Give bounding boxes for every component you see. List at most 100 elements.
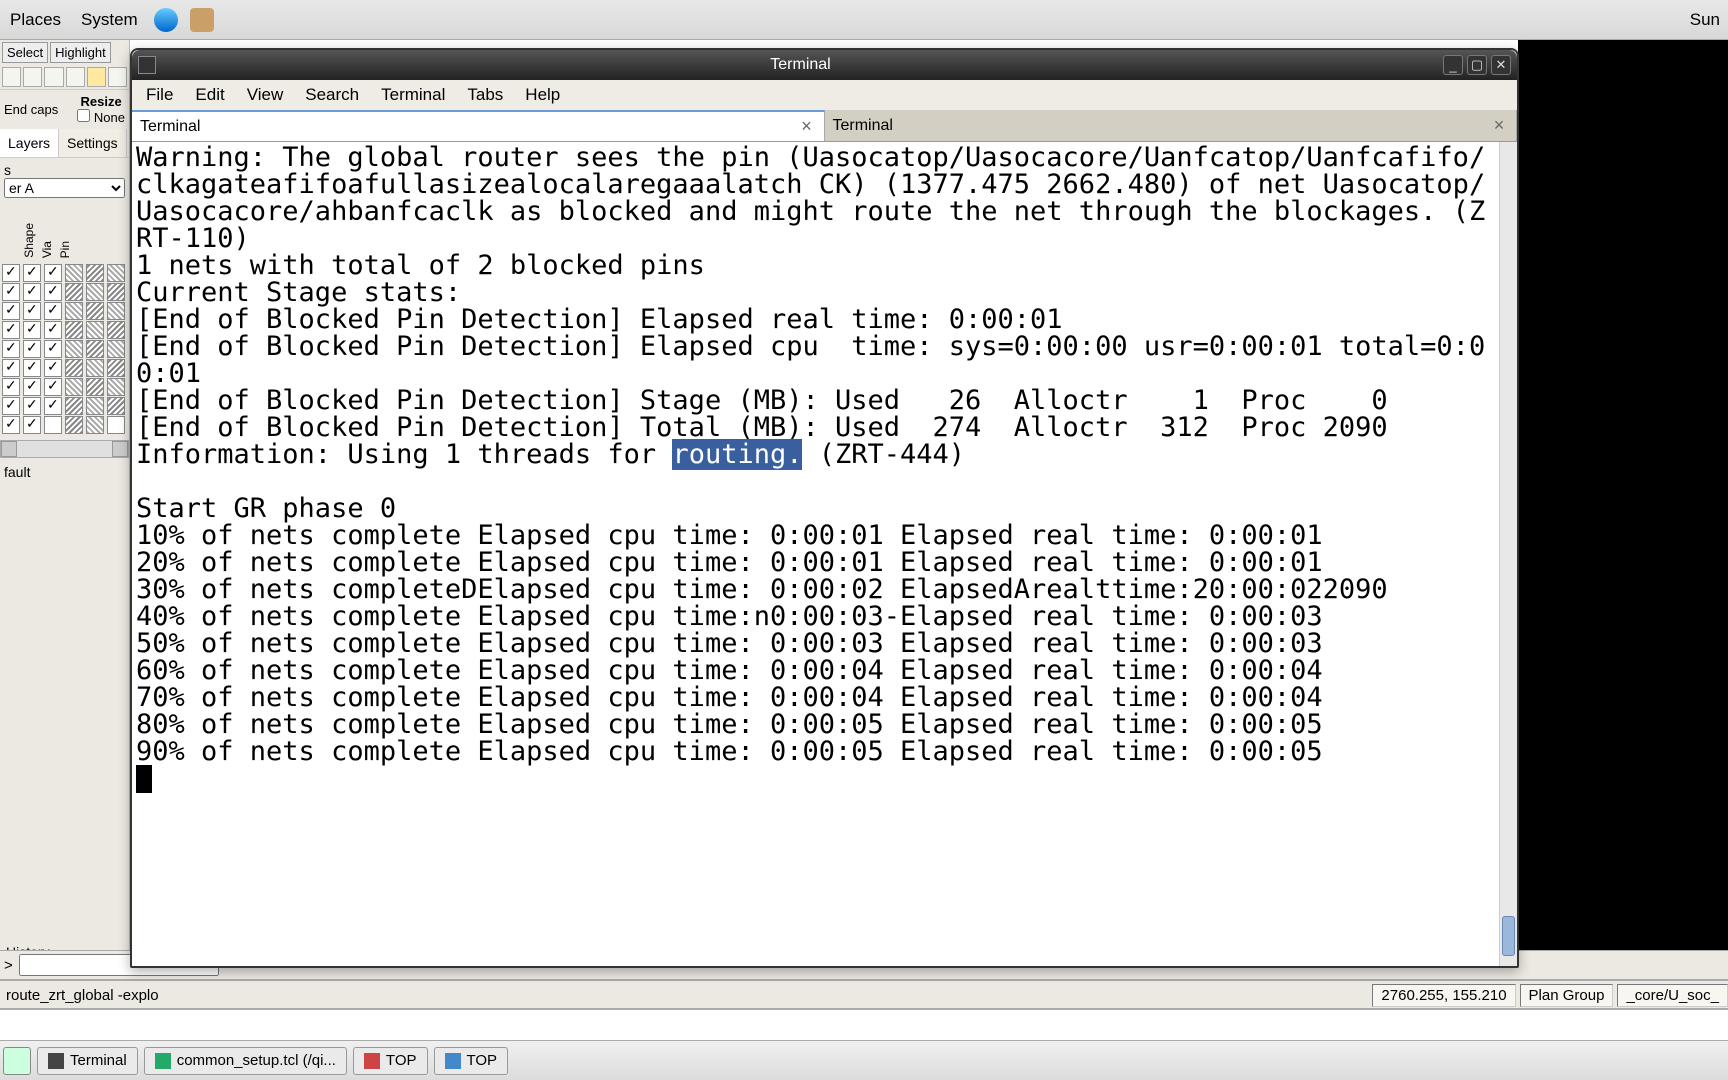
swatch-icon[interactable] — [65, 416, 83, 434]
terminal-tab[interactable]: Terminal × — [825, 110, 1518, 141]
select-mode[interactable]: Select — [2, 42, 48, 63]
zoom-out-icon[interactable] — [44, 67, 63, 87]
task-editor[interactable]: common_setup.tcl (/qi... — [144, 1047, 347, 1075]
select-icon[interactable] — [87, 67, 106, 87]
swatch-icon[interactable] — [86, 264, 104, 282]
scroll-right-icon[interactable] — [112, 441, 128, 457]
swatch-icon[interactable] — [65, 302, 83, 320]
panel-places[interactable]: Places — [0, 4, 71, 36]
task-top-2[interactable]: TOP — [434, 1047, 509, 1075]
swatch-icon[interactable] — [86, 283, 104, 301]
menu-help[interactable]: Help — [515, 82, 570, 108]
terminal-output[interactable]: Warning: The global router sees the pin … — [132, 142, 1499, 966]
check-icon[interactable] — [2, 340, 20, 358]
check-icon[interactable] — [23, 283, 41, 301]
file-manager-icon[interactable] — [190, 8, 214, 32]
tab-settings[interactable]: Settings — [59, 129, 127, 157]
swatch-icon[interactable] — [65, 264, 83, 282]
check-icon[interactable] — [44, 302, 62, 320]
swatch-icon[interactable] — [107, 359, 125, 377]
tab-close-icon[interactable]: × — [1490, 117, 1508, 135]
check-icon[interactable] — [23, 378, 41, 396]
swatch-icon[interactable] — [107, 397, 125, 415]
menu-view[interactable]: View — [237, 82, 294, 108]
check-icon[interactable] — [44, 397, 62, 415]
scroll-track[interactable] — [1500, 142, 1517, 966]
swatch-icon[interactable] — [86, 378, 104, 396]
check-icon[interactable] — [2, 283, 20, 301]
swatch-icon[interactable] — [107, 264, 125, 282]
zoom-in-icon[interactable] — [23, 67, 42, 87]
check-icon[interactable] — [2, 321, 20, 339]
swatch-icon[interactable] — [65, 397, 83, 415]
swatch-icon[interactable] — [107, 378, 125, 396]
eda-canvas[interactable] — [1518, 40, 1728, 1010]
layer-filter-select[interactable]: er A — [4, 178, 125, 198]
swatch-icon[interactable] — [86, 397, 104, 415]
swatch-icon[interactable] — [65, 340, 83, 358]
ruler-icon[interactable] — [66, 67, 85, 87]
check-icon[interactable] — [2, 397, 20, 415]
check-icon[interactable] — [23, 359, 41, 377]
swatch-icon[interactable] — [107, 416, 125, 434]
swatch-icon[interactable] — [65, 378, 83, 396]
swatch-icon[interactable] — [65, 321, 83, 339]
swatch-icon[interactable] — [86, 302, 104, 320]
terminal-titlebar[interactable]: Terminal _ ▢ ✕ — [132, 50, 1517, 80]
swatch-icon[interactable] — [86, 321, 104, 339]
terminal-tab[interactable]: Terminal × — [132, 110, 825, 141]
check-icon[interactable] — [23, 397, 41, 415]
swatch-icon[interactable] — [107, 321, 125, 339]
task-top-1[interactable]: TOP — [353, 1047, 428, 1075]
maximize-button[interactable]: ▢ — [1467, 55, 1487, 75]
menu-tabs[interactable]: Tabs — [457, 82, 513, 108]
check-icon[interactable] — [2, 416, 20, 434]
menu-search[interactable]: Search — [295, 82, 369, 108]
tab-close-icon[interactable]: × — [798, 118, 816, 136]
close-button[interactable]: ✕ — [1491, 55, 1511, 75]
menu-file[interactable]: File — [136, 82, 183, 108]
check-icon[interactable] — [44, 416, 62, 434]
swatch-icon[interactable] — [107, 340, 125, 358]
resize-none-check[interactable] — [77, 109, 90, 122]
panel-system[interactable]: System — [71, 4, 148, 36]
show-desktop-icon[interactable] — [3, 1047, 31, 1075]
check-icon[interactable] — [44, 283, 62, 301]
swatch-icon[interactable] — [86, 340, 104, 358]
swatch-icon[interactable] — [65, 359, 83, 377]
scroll-thumb[interactable] — [1502, 916, 1515, 956]
menu-terminal[interactable]: Terminal — [371, 82, 455, 108]
layer-filter[interactable]: s er A — [4, 162, 125, 198]
scroll-left-icon[interactable] — [1, 441, 17, 457]
minimize-button[interactable]: _ — [1443, 55, 1463, 75]
menu-edit[interactable]: Edit — [185, 82, 234, 108]
task-terminal[interactable]: Terminal — [37, 1047, 138, 1075]
check-icon[interactable] — [44, 359, 62, 377]
check-icon[interactable] — [2, 359, 20, 377]
check-icon[interactable] — [2, 264, 20, 282]
check-icon[interactable] — [2, 302, 20, 320]
swatch-icon[interactable] — [86, 416, 104, 434]
zoom-fit-icon[interactable] — [2, 67, 21, 87]
check-icon[interactable] — [23, 264, 41, 282]
check-icon[interactable] — [23, 321, 41, 339]
swatch-icon[interactable] — [107, 302, 125, 320]
check-icon[interactable] — [44, 340, 62, 358]
check-icon[interactable] — [44, 264, 62, 282]
layer-icon[interactable] — [108, 67, 127, 87]
task-label: common_setup.tcl (/qi... — [177, 1052, 336, 1069]
swatch-icon[interactable] — [107, 283, 125, 301]
swatch-icon[interactable] — [86, 359, 104, 377]
check-icon[interactable] — [44, 378, 62, 396]
browser-icon[interactable] — [154, 8, 178, 32]
check-icon[interactable] — [23, 302, 41, 320]
tab-layers[interactable]: Layers — [0, 129, 59, 157]
swatch-icon[interactable] — [65, 283, 83, 301]
terminal-scrollbar[interactable] — [1499, 142, 1517, 966]
layer-hscroll[interactable] — [0, 440, 129, 458]
highlight-mode[interactable]: Highlight — [50, 42, 111, 63]
check-icon[interactable] — [2, 378, 20, 396]
check-icon[interactable] — [44, 321, 62, 339]
check-icon[interactable] — [23, 416, 41, 434]
check-icon[interactable] — [23, 340, 41, 358]
